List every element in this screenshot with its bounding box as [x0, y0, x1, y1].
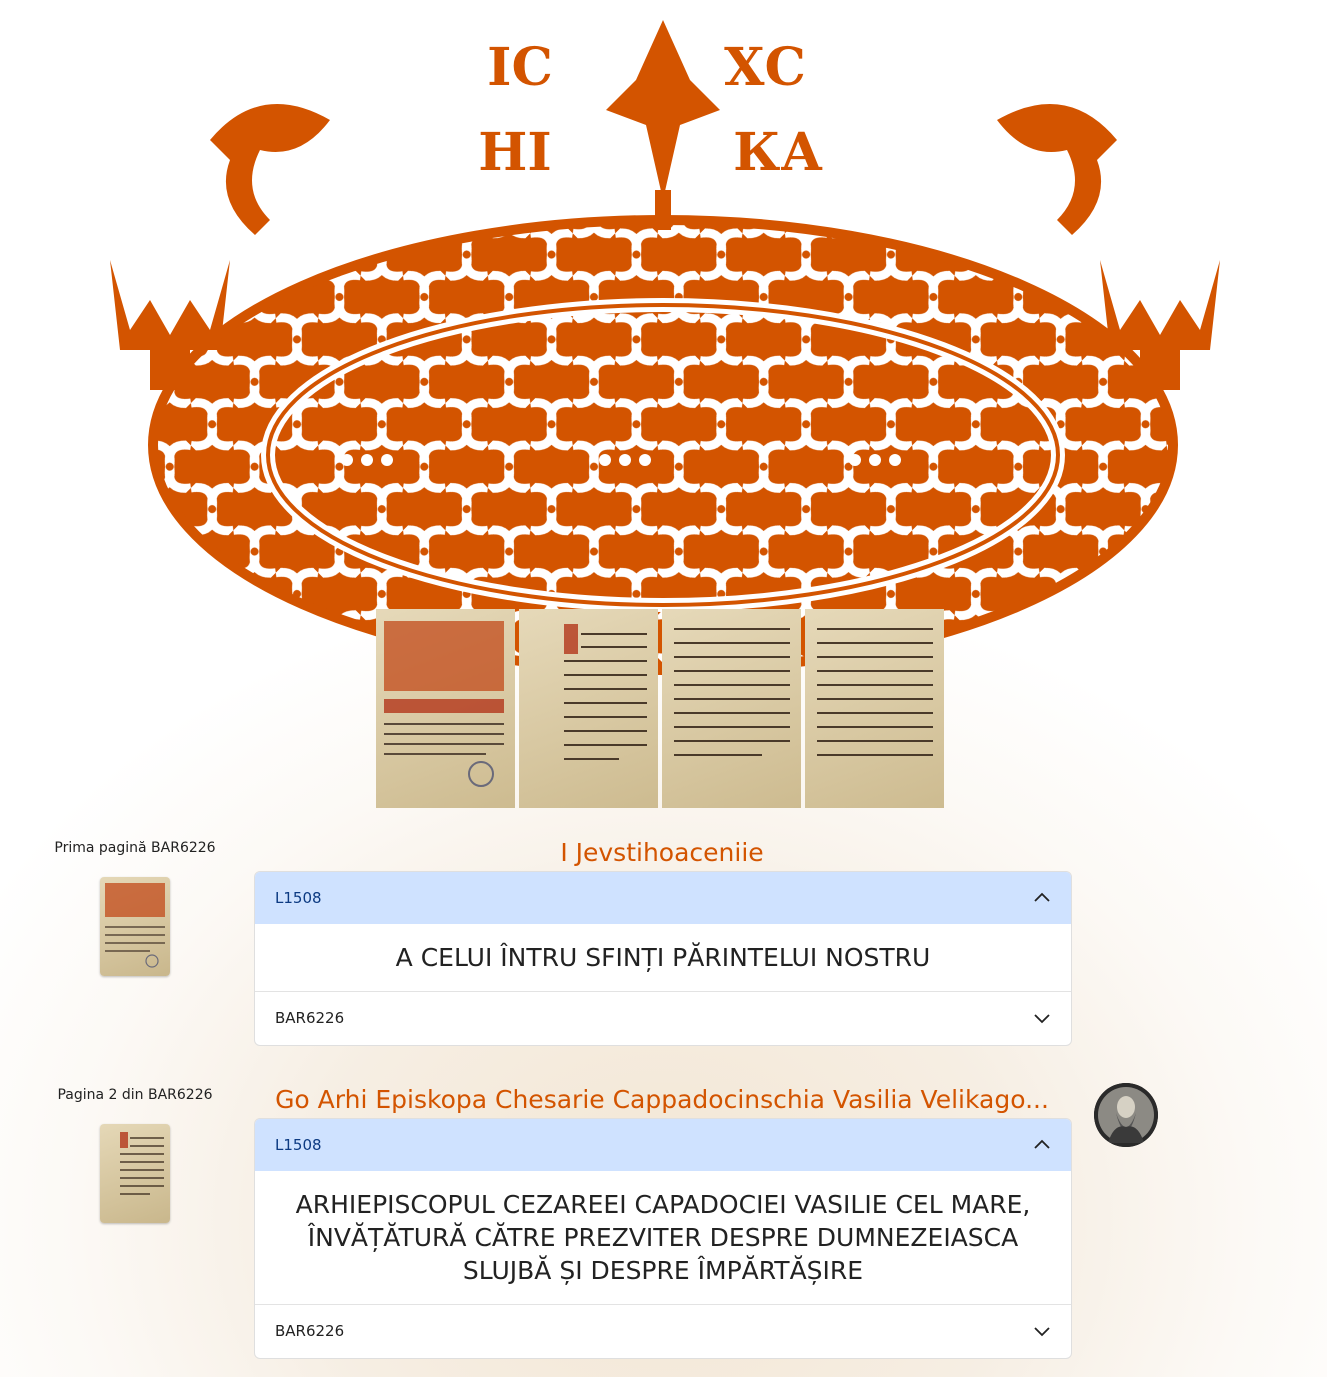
- monogram-ka: КА: [733, 122, 823, 183]
- side-label-2: Pagina 2 din BAR6226: [57, 1087, 213, 1103]
- entry-header-2[interactable]: L1508: [255, 1119, 1071, 1171]
- page-thumbnails: [376, 609, 944, 808]
- saint-portrait-icon[interactable]: [1094, 1083, 1158, 1147]
- monogram-xs: ХС: [724, 37, 806, 98]
- entry-card-1: L1508 A CELUI ÎNTRU SFINȚI PĂRINTELUI NO…: [254, 871, 1072, 1046]
- entry-code-1: L1508: [275, 889, 322, 907]
- entry-footer-2[interactable]: BAR6226: [255, 1305, 1071, 1357]
- chevron-down-icon[interactable]: [1033, 1009, 1051, 1027]
- entry-code-2: L1508: [275, 1136, 322, 1154]
- page-thumbnail-4[interactable]: [805, 609, 944, 808]
- entry-source-2: BAR6226: [275, 1322, 345, 1340]
- page-thumbnail-1[interactable]: [376, 609, 515, 808]
- entry-source-1: BAR6226: [275, 1009, 345, 1027]
- side-thumbnail-2[interactable]: [100, 1124, 170, 1223]
- side-thumbnail-1[interactable]: [100, 877, 170, 976]
- entry-card-2: L1508 ARHIEPISCOPUL CEZAREEI CAPADOCIEI …: [254, 1118, 1072, 1359]
- entry-header-1[interactable]: L1508: [255, 872, 1071, 924]
- monogram-ni: НІ: [478, 122, 551, 183]
- monogram-is: ІС: [487, 37, 553, 98]
- entry-footer-1[interactable]: BAR6226: [255, 992, 1071, 1044]
- chevron-up-icon[interactable]: [1033, 889, 1051, 907]
- entry-body-1: A CELUI ÎNTRU SFINȚI PĂRINTELUI NOSTRU: [255, 924, 1071, 992]
- side-label-1: Prima pagină BAR6226: [54, 840, 216, 856]
- entry-title-1: I Jevstihoaceniie: [560, 838, 764, 867]
- page-thumbnail-2[interactable]: [519, 609, 658, 808]
- entry-title-2: Go Arhi Episkopa Chesarie Cappadocinschi…: [275, 1085, 1049, 1114]
- entry-body-2: ARHIEPISCOPUL CEZAREEI CAPADOCIEI VASILI…: [255, 1171, 1071, 1305]
- chevron-up-icon[interactable]: [1033, 1136, 1051, 1154]
- chevron-down-icon[interactable]: [1033, 1322, 1051, 1340]
- page-thumbnail-3[interactable]: [662, 609, 801, 808]
